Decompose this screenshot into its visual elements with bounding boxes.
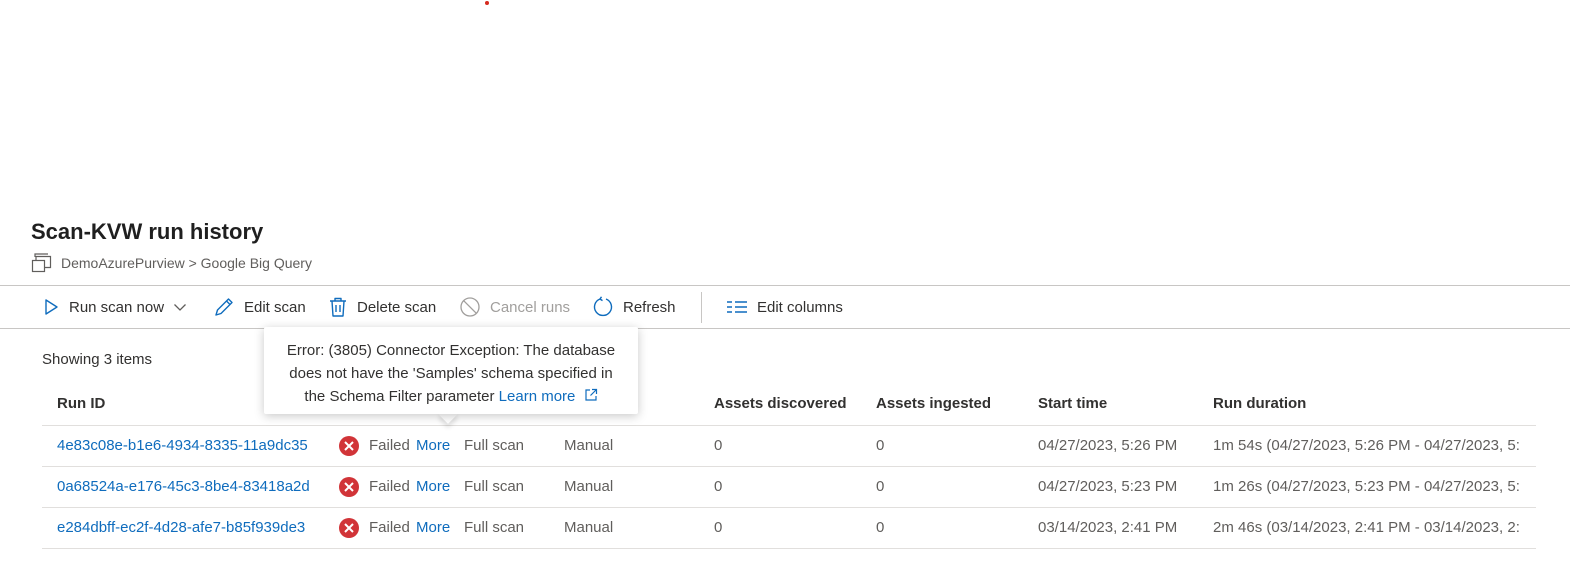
run-duration-value: 1m 54s (04/27/2023, 5:26 PM - 04/27/2023… xyxy=(1213,437,1520,454)
error-status-icon xyxy=(339,436,359,456)
run-scan-now-label: Run scan now xyxy=(69,298,165,316)
error-status-icon xyxy=(339,518,359,538)
more-link[interactable]: More xyxy=(416,519,450,536)
start-time-value: 04/27/2023, 5:26 PM xyxy=(1038,437,1178,454)
breadcrumb-path[interactable]: DemoAzurePurview > Google Big Query xyxy=(61,255,312,271)
run-id-link[interactable]: e284dbff-ec2f-4d28-afe7-b85f939de3 xyxy=(57,519,327,536)
start-time-value: 04/27/2023, 5:23 PM xyxy=(1038,478,1178,495)
items-count: Showing 3 items xyxy=(42,351,153,368)
assets-discovered-value: 0 xyxy=(714,478,723,495)
more-link[interactable]: More xyxy=(416,478,450,495)
collection-icon xyxy=(31,253,52,273)
command-bar: Run scan now Edit scan Delete scan Cance… xyxy=(0,285,1570,329)
run-duration-value: 1m 26s (04/27/2023, 5:23 PM - 04/27/2023… xyxy=(1213,478,1520,495)
scan-type: Full scan xyxy=(464,437,525,454)
status-text: Failed xyxy=(369,478,410,495)
toolbar-divider xyxy=(701,292,702,323)
run-scan-now-button[interactable]: Run scan now xyxy=(42,286,187,328)
cancel-runs-button[interactable]: Cancel runs xyxy=(459,286,570,328)
chevron-down-icon[interactable] xyxy=(173,300,187,314)
error-status-icon xyxy=(339,477,359,497)
edit-scan-label: Edit scan xyxy=(244,298,306,316)
pencil-icon xyxy=(215,298,233,316)
table-row[interactable]: 4e83c08e-b1e6-4934-8335-11a9dc35 Failed … xyxy=(42,426,1536,467)
page-title: Scan-KVW run history xyxy=(31,219,264,244)
run-id-link[interactable]: 4e83c08e-b1e6-4934-8335-11a9dc35 xyxy=(57,437,327,454)
learn-more-label: Learn more xyxy=(498,388,576,405)
refresh-icon xyxy=(593,296,613,317)
column-header-assets-discovered[interactable]: Assets discovered xyxy=(714,395,847,412)
delete-scan-button[interactable]: Delete scan xyxy=(328,286,436,328)
edit-scan-button[interactable]: Edit scan xyxy=(213,286,306,328)
trigger-type: Manual xyxy=(564,478,614,495)
refresh-label: Refresh xyxy=(623,298,676,316)
scan-type: Full scan xyxy=(464,478,525,495)
cursor-dot xyxy=(485,1,489,5)
error-tooltip: Error: (3805) Connector Exception: The d… xyxy=(264,327,638,414)
external-link-icon xyxy=(584,388,597,401)
play-icon xyxy=(45,299,58,315)
refresh-button[interactable]: Refresh xyxy=(592,286,676,328)
more-link[interactable]: More xyxy=(416,437,450,454)
assets-ingested-value: 0 xyxy=(876,519,885,536)
table-row[interactable]: 0a68524a-e176-45c3-8be4-83418a2d Failed … xyxy=(42,467,1536,508)
delete-scan-label: Delete scan xyxy=(357,298,437,316)
run-duration-value: 2m 46s (03/14/2023, 2:41 PM - 03/14/2023… xyxy=(1213,519,1520,536)
learn-more-link[interactable]: Learn more xyxy=(499,388,598,405)
column-header-assets-ingested[interactable]: Assets ingested xyxy=(876,395,991,412)
scan-type: Full scan xyxy=(464,519,525,536)
trigger-type: Manual xyxy=(564,437,614,454)
edit-columns-button[interactable]: Edit columns xyxy=(726,286,843,328)
cancel-runs-label: Cancel runs xyxy=(490,298,571,316)
breadcrumb: DemoAzurePurview > Google Big Query xyxy=(31,252,312,274)
assets-ingested-value: 0 xyxy=(876,478,885,495)
status-text: Failed xyxy=(369,519,410,536)
trash-icon xyxy=(330,297,346,317)
table-row[interactable]: e284dbff-ec2f-4d28-afe7-b85f939de3 Faile… xyxy=(42,508,1536,549)
edit-columns-label: Edit columns xyxy=(757,298,843,316)
assets-discovered-value: 0 xyxy=(714,437,723,454)
cancel-circle-icon xyxy=(460,297,480,317)
column-header-run-id[interactable]: Run ID xyxy=(57,395,105,412)
column-header-run-duration[interactable]: Run duration xyxy=(1213,395,1306,412)
status-text: Failed xyxy=(369,437,410,454)
columns-list-icon xyxy=(727,301,747,313)
run-id-link[interactable]: 0a68524a-e176-45c3-8be4-83418a2d xyxy=(57,478,327,495)
assets-discovered-value: 0 xyxy=(714,519,723,536)
start-time-value: 03/14/2023, 2:41 PM xyxy=(1038,519,1178,536)
column-header-start-time[interactable]: Start time xyxy=(1038,395,1107,412)
trigger-type: Manual xyxy=(564,519,614,536)
assets-ingested-value: 0 xyxy=(876,437,885,454)
